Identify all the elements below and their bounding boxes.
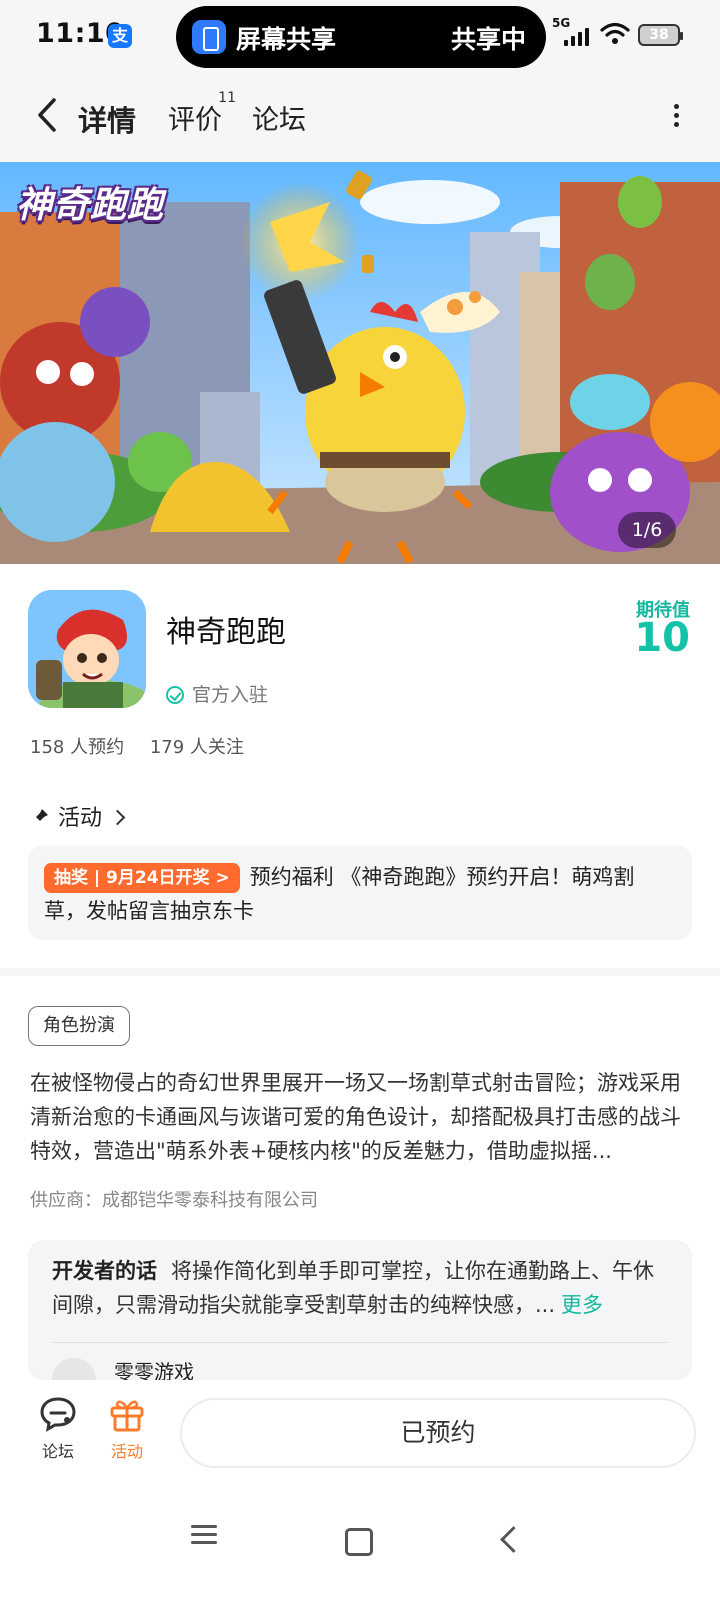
phone-icon: [192, 20, 226, 54]
developer-note-card[interactable]: 开发者的话 将操作简化到单手即可掌控，让你在通勤路上、午休间隙，只需滑动指尖就能享…: [28, 1240, 692, 1380]
genre-tag[interactable]: 角色扮演: [28, 1006, 130, 1046]
review-count-badge: 11: [218, 90, 236, 106]
activity-button[interactable]: 活动: [99, 1396, 155, 1462]
alipay-icon: 支: [108, 24, 132, 48]
forum-button[interactable]: 论坛: [30, 1396, 86, 1462]
activity-section-header[interactable]: 活动: [30, 800, 126, 832]
reserved-button[interactable]: 已预约: [180, 1398, 696, 1468]
back-arrow-icon[interactable]: [28, 92, 68, 138]
more-link[interactable]: 更多: [561, 1293, 603, 1317]
status-bar: 11:10 支 屏幕共享 共享中 5G 38: [0, 0, 720, 72]
recent-apps-icon[interactable]: [184, 1520, 224, 1560]
developer-note: 开发者的话 将操作简化到单手即可掌控，让你在通勤路上、午休间隙，只需滑动指尖就能享…: [52, 1254, 672, 1322]
system-back-icon[interactable]: [490, 1520, 530, 1560]
screen-share-pill[interactable]: 屏幕共享 共享中: [176, 6, 546, 68]
activity-button-label: 活动: [110, 1442, 143, 1461]
tab-details-label: 详情: [78, 104, 137, 138]
expectation-value: 10: [634, 615, 690, 661]
developer-note-label: 开发者的话: [52, 1259, 157, 1283]
bottom-action-bar: 论坛 活动 已预约: [0, 1380, 720, 1480]
supplier-info: 供应商：成都铠华零泰科技有限公司: [30, 1190, 318, 1211]
home-icon[interactable]: [336, 1520, 376, 1560]
lottery-tag: 抽奖 | 9月24日开奖 >: [44, 863, 240, 893]
battery-icon: 38: [638, 24, 683, 46]
game-banner[interactable]: 神奇跑跑 1/6: [0, 162, 720, 564]
tab-forum[interactable]: 论坛: [252, 98, 306, 137]
tab-reviews[interactable]: 评价 11: [168, 90, 236, 137]
cellular-signal-icon: 5G: [552, 16, 602, 48]
tab-details[interactable]: 详情: [78, 98, 137, 144]
pin-icon: [31, 809, 48, 826]
banner-page-counter: 1/6: [618, 512, 676, 548]
header-nav: 详情 评价 11 论坛: [0, 72, 720, 162]
forum-button-label: 论坛: [41, 1442, 74, 1461]
tab-forum-label: 论坛: [252, 105, 306, 136]
system-navigation-bar: [0, 1480, 720, 1600]
activity-section-title: 活动: [58, 806, 103, 831]
tab-reviews-label: 评价: [168, 105, 222, 136]
gift-icon: [110, 1400, 144, 1432]
banner-game-logo: 神奇跑跑: [16, 185, 165, 226]
follower-count: 179 人关注: [149, 737, 244, 758]
developer-name: 零零游戏: [114, 1360, 194, 1380]
game-title: 神奇跑跑: [166, 615, 286, 650]
developer-card-divider: [52, 1342, 668, 1343]
reservation-count: 158 人预约: [30, 737, 125, 758]
game-app-icon: [28, 590, 146, 708]
activity-card[interactable]: 抽奖 | 9月24日开奖 > 预约福利 《神奇跑跑》预约开启！萌鸡割草，发帖留言抽…: [28, 846, 692, 940]
section-divider: [0, 968, 720, 976]
game-description[interactable]: 在被怪物侵占的奇幻世界里展开一场又一场割草式射击冒险；游戏采用清新治愈的卡通画风…: [30, 1066, 692, 1168]
game-stats: 158 人预约 179 人关注: [30, 733, 264, 759]
screen-share-status: 共享中: [450, 25, 526, 54]
chevron-right-icon: [109, 809, 126, 826]
screen-share-title: 屏幕共享: [236, 25, 337, 54]
more-options-icon[interactable]: [666, 100, 686, 136]
official-badge: 官方入驻: [166, 680, 268, 707]
chat-bubble-icon: [40, 1397, 76, 1432]
wifi-icon: [600, 22, 630, 44]
network-type: 5G: [552, 16, 571, 30]
official-label: 官方入驻: [192, 684, 269, 706]
developer-avatar: [52, 1358, 96, 1380]
verified-check-icon: [166, 686, 184, 704]
